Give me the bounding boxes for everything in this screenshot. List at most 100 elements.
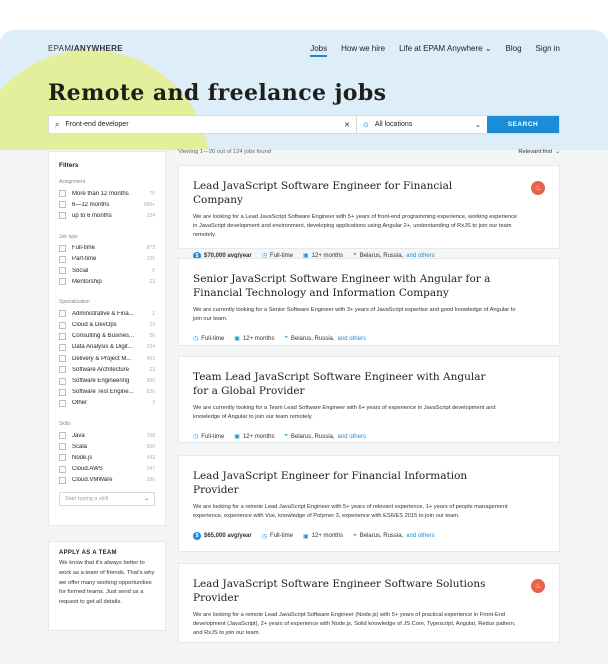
location-select[interactable]: ⊙ All locations ⌄ <box>357 116 487 133</box>
filter-option[interactable]: Part-time 125 <box>59 254 155 265</box>
clear-icon[interactable]: ✕ <box>344 121 350 129</box>
filter-option[interactable]: Delivery & Project M... 453 <box>59 353 155 364</box>
checkbox[interactable] <box>59 366 66 374</box>
nav-jobs[interactable]: Jobs <box>310 44 327 57</box>
checkbox[interactable] <box>59 355 66 363</box>
filter-option[interactable]: Java 708 <box>59 430 155 441</box>
search-button[interactable]: SEARCH <box>487 116 559 133</box>
job-description: We are currently looking for a Team Lead… <box>193 405 496 421</box>
fire-icon: ♨ <box>531 579 545 593</box>
checkbox[interactable] <box>59 212 66 220</box>
job-title[interactable]: Lead JavaScript Engineer for Financial I… <box>193 470 503 497</box>
filter-group-title: Skills <box>59 421 71 427</box>
nav-life-at-epam[interactable]: Life at EPAM Anywhere ⌄ <box>399 44 491 53</box>
job-title[interactable]: Lead JavaScript Software Engineer for Fi… <box>193 180 503 207</box>
sort-select[interactable]: Relevant first ⌄ <box>518 149 560 155</box>
checkbox[interactable] <box>59 432 66 440</box>
filter-option-count: 873 <box>146 245 155 252</box>
filter-option[interactable]: Software Test Engine... 830 <box>59 387 155 398</box>
checkbox[interactable] <box>59 321 66 329</box>
job-locations: ⌖ Belarus, Russia, and others <box>353 533 434 540</box>
salary: $ $65,000 avg/year <box>193 532 252 541</box>
filter-option[interactable]: Administrative & Fina... 1 <box>59 308 155 319</box>
location-pin-icon: ⌖ <box>284 335 288 342</box>
chevron-down-icon: ⌄ <box>555 149 560 155</box>
filter-option[interactable]: Other 3 <box>59 398 155 409</box>
others-link[interactable]: and others <box>406 533 434 539</box>
results-count: Viewing 1—20 out of 124 jobs found <box>178 149 272 155</box>
job-duration-value: 12+ months <box>242 335 275 342</box>
checkbox[interactable] <box>59 332 66 340</box>
checkbox[interactable] <box>59 278 66 286</box>
checkbox[interactable] <box>59 388 66 396</box>
checkbox[interactable] <box>59 476 66 484</box>
checkbox[interactable] <box>59 443 66 451</box>
job-card[interactable]: Team Lead JavaScript Software Engineer w… <box>178 356 560 443</box>
checkbox[interactable] <box>59 244 66 252</box>
job-card[interactable]: Senior JavaScript Software Engineer with… <box>178 258 560 346</box>
filter-option[interactable]: More than 12 months 75 <box>59 188 155 199</box>
filter-option-label: Mentorship <box>72 278 102 285</box>
filter-option-count: 830 <box>146 389 155 396</box>
filter-option-count: 3 <box>152 400 155 407</box>
filter-option-label: Cloud & DevOps <box>72 322 117 329</box>
checkbox[interactable] <box>59 267 66 275</box>
job-card[interactable]: Lead JavaScript Engineer for Financial I… <box>178 455 560 552</box>
checkbox[interactable] <box>59 399 66 407</box>
search-bar: ⌕ Front-end developer ✕ ⊙ All locations … <box>48 115 560 134</box>
filters-panel: Filters Assignment More than 12 months 75 6… <box>48 151 166 526</box>
checkbox[interactable] <box>59 310 66 318</box>
filter-option[interactable]: Software Architecture 23 <box>59 364 155 375</box>
checkbox[interactable] <box>59 190 66 198</box>
job-locations: ⌖ Belarus, Russia, and others <box>284 335 365 342</box>
filter-option[interactable]: Data Analysis & Digit... 234 <box>59 342 155 353</box>
filter-option[interactable]: Cloud.AWS 147 <box>59 464 155 475</box>
job-card[interactable]: Lead JavaScript Software Engineer Softwa… <box>178 563 560 643</box>
job-type-value: Full-time <box>201 433 225 440</box>
checkbox[interactable] <box>59 465 66 473</box>
filter-group-title: Assignment <box>59 179 86 185</box>
filter-option[interactable]: Consulting & Busines... 56 <box>59 331 155 342</box>
checkbox[interactable] <box>59 201 66 209</box>
search-query: Front-end developer <box>65 121 129 128</box>
chevron-down-icon: ⌄ <box>484 43 492 53</box>
others-link[interactable]: and others <box>338 336 366 342</box>
filter-option[interactable]: Social 5 <box>59 265 155 276</box>
filter-option-count: 56 <box>149 333 155 340</box>
checkbox[interactable] <box>59 255 66 263</box>
filter-option[interactable]: up to 6 months 234 <box>59 210 155 221</box>
filter-option-count: 75 <box>149 190 155 197</box>
calendar-icon: ▣ <box>234 434 240 441</box>
filter-option[interactable]: Node.js 542 <box>59 452 155 463</box>
filter-option[interactable]: Software Engineering 900 <box>59 375 155 386</box>
job-title[interactable]: Lead JavaScript Software Engineer Softwa… <box>193 578 503 605</box>
others-link[interactable]: and others <box>338 434 366 440</box>
filter-option[interactable]: Mentorship 23 <box>59 276 155 287</box>
filter-option[interactable]: Full-time 873 <box>59 243 155 254</box>
nav-blog[interactable]: Blog <box>506 44 522 53</box>
filter-option[interactable]: Cloud & DevOps 23 <box>59 320 155 331</box>
chevron-down-icon: ⌄ <box>475 121 481 129</box>
search-input[interactable]: ⌕ Front-end developer ✕ <box>49 116 357 133</box>
location-pin-icon: ⌖ <box>353 532 357 539</box>
filter-option-count: 453 <box>146 355 155 362</box>
job-title[interactable]: Team Lead JavaScript Software Engineer w… <box>193 371 503 398</box>
job-title[interactable]: Senior JavaScript Software Engineer with… <box>193 273 503 300</box>
job-duration-value: 12+ months <box>311 533 344 540</box>
logo[interactable]: EPAM/ANYWHERE <box>48 44 123 53</box>
checkbox[interactable] <box>59 454 66 462</box>
job-locations: ⌖ Belarus, Russia, and others <box>284 433 365 440</box>
filter-option-label: Social <box>72 267 89 274</box>
job-description: We are currently looking for a Senior So… <box>193 307 516 323</box>
nav-sign-in[interactable]: Sign in <box>536 44 560 53</box>
filter-option[interactable]: 6—12 months 999+ <box>59 199 155 210</box>
nav-how-we-hire[interactable]: How we hire <box>341 44 385 53</box>
nav-links: Jobs How we hire Life at EPAM Anywhere ⌄… <box>310 44 560 57</box>
job-card[interactable]: Lead JavaScript Software Engineer for Fi… <box>178 165 560 260</box>
skill-input[interactable]: Start typing a skill ⌄ <box>59 491 155 506</box>
filter-option[interactable]: Scala 650 <box>59 441 155 452</box>
checkbox[interactable] <box>59 343 66 351</box>
filter-option-label: 6—12 months <box>72 201 110 208</box>
filter-option[interactable]: Cloud.VMWare 290 <box>59 475 155 486</box>
checkbox[interactable] <box>59 377 66 385</box>
